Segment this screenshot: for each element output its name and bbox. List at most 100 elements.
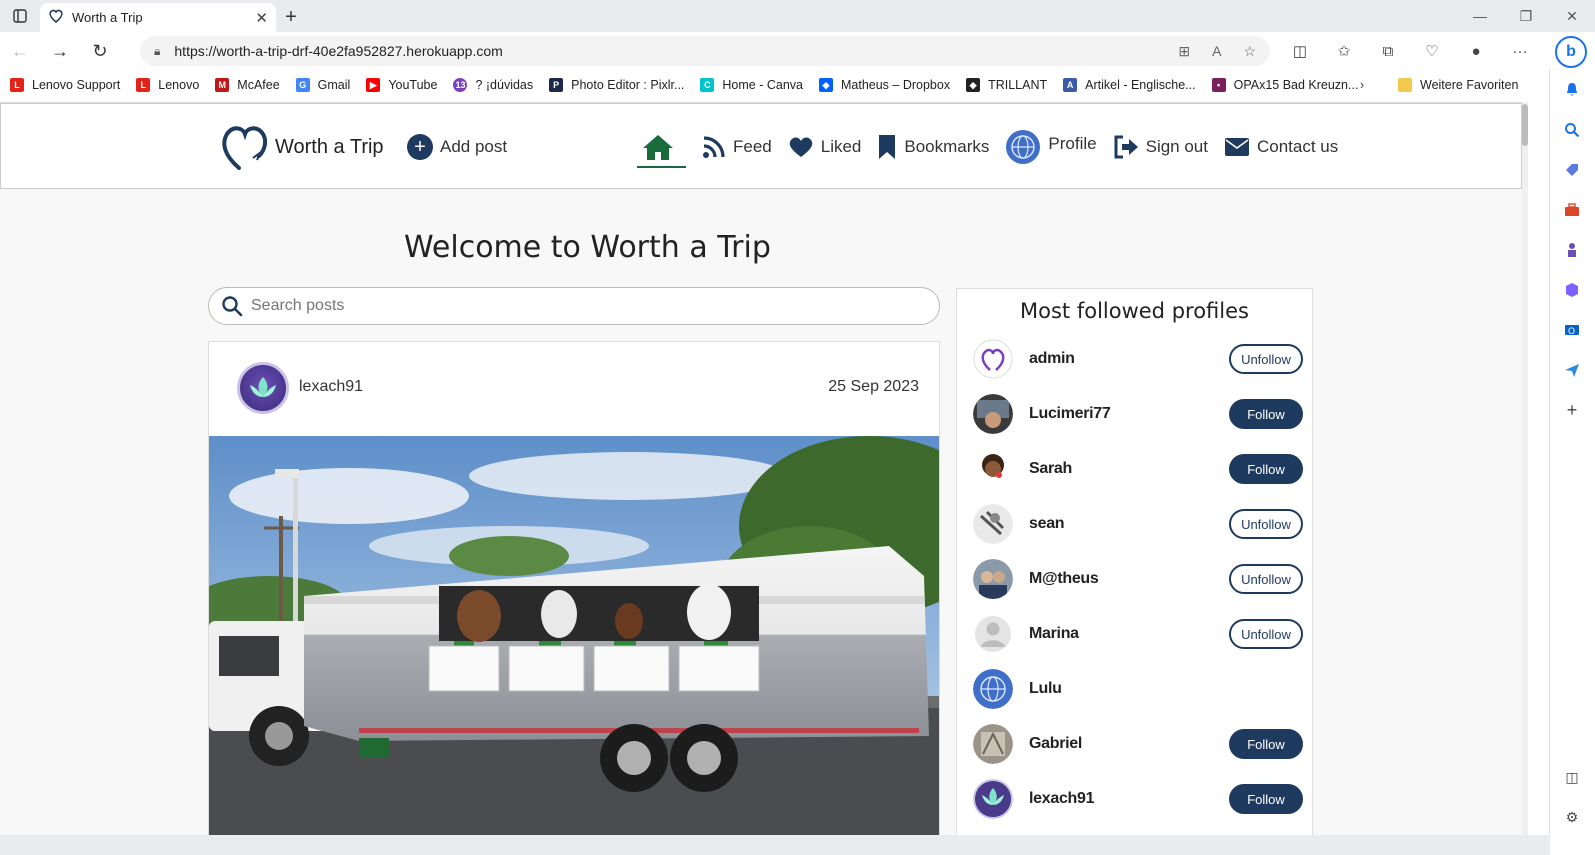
search-input[interactable]: [251, 297, 851, 315]
close-tab-icon[interactable]: ✕: [255, 9, 268, 27]
nav-home[interactable]: [637, 104, 686, 190]
profile-avatar[interactable]: [973, 394, 1013, 434]
split-screen-icon[interactable]: ◫: [1280, 42, 1320, 60]
nav-feed[interactable]: Feed: [702, 104, 772, 190]
nav-liked-label: Liked: [820, 137, 862, 156]
bookmark-opax[interactable]: • OPAx15 Bad Kreuzn...: [1211, 78, 1358, 92]
follow-button[interactable]: Follow: [1229, 399, 1303, 429]
nav-bookmarks[interactable]: Bookmarks: [877, 104, 989, 190]
more-menu-icon[interactable]: ···: [1500, 43, 1540, 60]
bookmark-pixlr[interactable]: P Photo Editor : Pixlr...: [549, 78, 684, 92]
profile-name[interactable]: M@theus: [1029, 570, 1229, 588]
profiles-panel-title: Most followed profiles: [1020, 299, 1249, 323]
follow-button[interactable]: Follow: [1229, 784, 1303, 814]
other-favorites-folder[interactable]: Weitere Favoriten: [1398, 70, 1518, 100]
collections-icon[interactable]: ⧉: [1368, 43, 1408, 60]
new-tab-icon[interactable]: +: [276, 2, 306, 32]
page-scrollbar[interactable]: [1522, 102, 1528, 835]
profile-name[interactable]: Gabriel: [1029, 735, 1229, 753]
profile-name[interactable]: admin: [1029, 350, 1229, 368]
games-chess-icon[interactable]: [1562, 240, 1582, 260]
favorite-star-icon[interactable]: ☆: [1243, 43, 1256, 60]
unfollow-button[interactable]: Unfollow: [1229, 619, 1303, 649]
profile-avatar-icon[interactable]: ●: [1456, 43, 1496, 60]
page-scrollbar-thumb[interactable]: [1522, 104, 1528, 146]
microsoft365-icon[interactable]: [1562, 280, 1582, 300]
refresh-icon[interactable]: ↻: [80, 32, 120, 70]
settings-gear-icon[interactable]: ⚙: [1562, 807, 1582, 827]
post-image[interactable]: [209, 436, 939, 835]
nav-feed-label: Feed: [733, 137, 772, 156]
profile-avatar[interactable]: [973, 339, 1013, 379]
rss-feed-icon: [703, 136, 725, 158]
nav-liked[interactable]: Liked: [788, 104, 862, 190]
follow-button[interactable]: Follow: [1229, 454, 1303, 484]
profile-name[interactable]: Lulu: [1029, 680, 1229, 698]
minimize-icon[interactable]: —: [1457, 0, 1503, 32]
profile-name[interactable]: Marina: [1029, 625, 1229, 643]
profile-avatar[interactable]: [973, 449, 1013, 489]
artikel-icon: A: [1063, 78, 1078, 92]
bookmarks-bar: L Lenovo Support L Lenovo M McAfee G Gmail ▶…: [0, 70, 1550, 100]
profile-name[interactable]: Lucimeri77: [1029, 405, 1229, 423]
nav-contact[interactable]: Contact us: [1224, 104, 1338, 190]
unfollow-button[interactable]: Unfollow: [1229, 564, 1303, 594]
profile-avatar[interactable]: [973, 669, 1013, 709]
add-post-label: Add post: [440, 137, 508, 156]
lenovo-icon: L: [136, 78, 151, 92]
forward-icon[interactable]: →: [40, 32, 80, 70]
browser-tab[interactable]: Worth a Trip ✕: [40, 3, 276, 32]
url-field[interactable]: 🔒︎ https://worth-a-trip-drf-40e2fa952827…: [140, 36, 1270, 66]
bookmark-youtube[interactable]: ▶ YouTube: [366, 78, 437, 92]
restore-icon[interactable]: ❐: [1503, 0, 1549, 32]
bookmark-lenovo[interactable]: L Lenovo: [136, 78, 199, 92]
profile-avatar[interactable]: [973, 504, 1013, 544]
profile-avatar[interactable]: [973, 614, 1013, 654]
read-aloud-icon[interactable]: A: [1212, 43, 1221, 60]
unfollow-button[interactable]: Unfollow: [1229, 344, 1303, 374]
follow-button[interactable]: Follow: [1229, 729, 1303, 759]
outlook-icon[interactable]: O: [1562, 320, 1582, 340]
profile-name[interactable]: Sarah: [1029, 460, 1229, 478]
performance-icon[interactable]: ♡: [1412, 42, 1452, 60]
bookmark-gmail[interactable]: G Gmail: [295, 78, 350, 92]
lock-icon[interactable]: 🔒︎: [154, 44, 160, 59]
bookmark-duvidas[interactable]: 13? ¡dúvidas: [453, 78, 533, 92]
window-close-icon[interactable]: ✕: [1549, 0, 1595, 32]
tab-actions-icon[interactable]: [0, 0, 40, 32]
add-post-link[interactable]: + Add post: [407, 134, 507, 160]
heart-favicon-icon: [48, 8, 64, 27]
more-bookmarks-icon[interactable]: ›: [1360, 70, 1364, 100]
profile-name[interactable]: sean: [1029, 515, 1229, 533]
bell-icon[interactable]: [1562, 80, 1582, 100]
site-navbar: Worth a Trip + Add post Feed Liked Bookm…: [0, 103, 1522, 189]
nav-profile[interactable]: Profile: [1005, 104, 1097, 190]
pixlr-icon: P: [549, 78, 564, 92]
bookmark-trillant[interactable]: ◆ TRILLANT: [966, 78, 1047, 92]
brand-logo[interactable]: Worth a Trip: [219, 122, 384, 172]
profile-avatar[interactable]: [973, 559, 1013, 599]
heart-logo-icon: [222, 126, 268, 170]
shopping-tag-icon[interactable]: [1562, 160, 1582, 180]
unfollow-button[interactable]: Unfollow: [1229, 509, 1303, 539]
post-author-name[interactable]: lexach91: [299, 378, 363, 396]
profile-avatar[interactable]: [973, 779, 1013, 819]
bookmark-lenovo-support[interactable]: L Lenovo Support: [10, 78, 120, 92]
toolbox-icon[interactable]: [1562, 200, 1582, 220]
bookmark-mcafee[interactable]: M McAfee: [215, 78, 280, 92]
search-sidebar-icon[interactable]: [1562, 120, 1582, 140]
favorites-icon[interactable]: ✩: [1324, 42, 1364, 60]
post-author-avatar[interactable]: [237, 362, 289, 414]
add-sidebar-icon[interactable]: +: [1562, 400, 1582, 420]
profile-avatar[interactable]: [973, 724, 1013, 764]
bookmark-dropbox[interactable]: ◆ Matheus – Dropbox: [818, 78, 950, 92]
drop-send-icon[interactable]: [1562, 360, 1582, 380]
profile-name[interactable]: lexach91: [1029, 790, 1229, 808]
sidebar-layout-icon[interactable]: ◫: [1562, 767, 1582, 787]
bookmark-canva[interactable]: C Home - Canva: [700, 78, 803, 92]
nav-sign-out[interactable]: Sign out: [1113, 104, 1208, 190]
bookmark-artikel[interactable]: A Artikel - Englische...: [1063, 78, 1196, 92]
bing-copilot-icon[interactable]: b: [1555, 36, 1587, 68]
back-icon[interactable]: ←: [0, 32, 40, 70]
app-available-icon[interactable]: ⊞: [1178, 43, 1190, 60]
